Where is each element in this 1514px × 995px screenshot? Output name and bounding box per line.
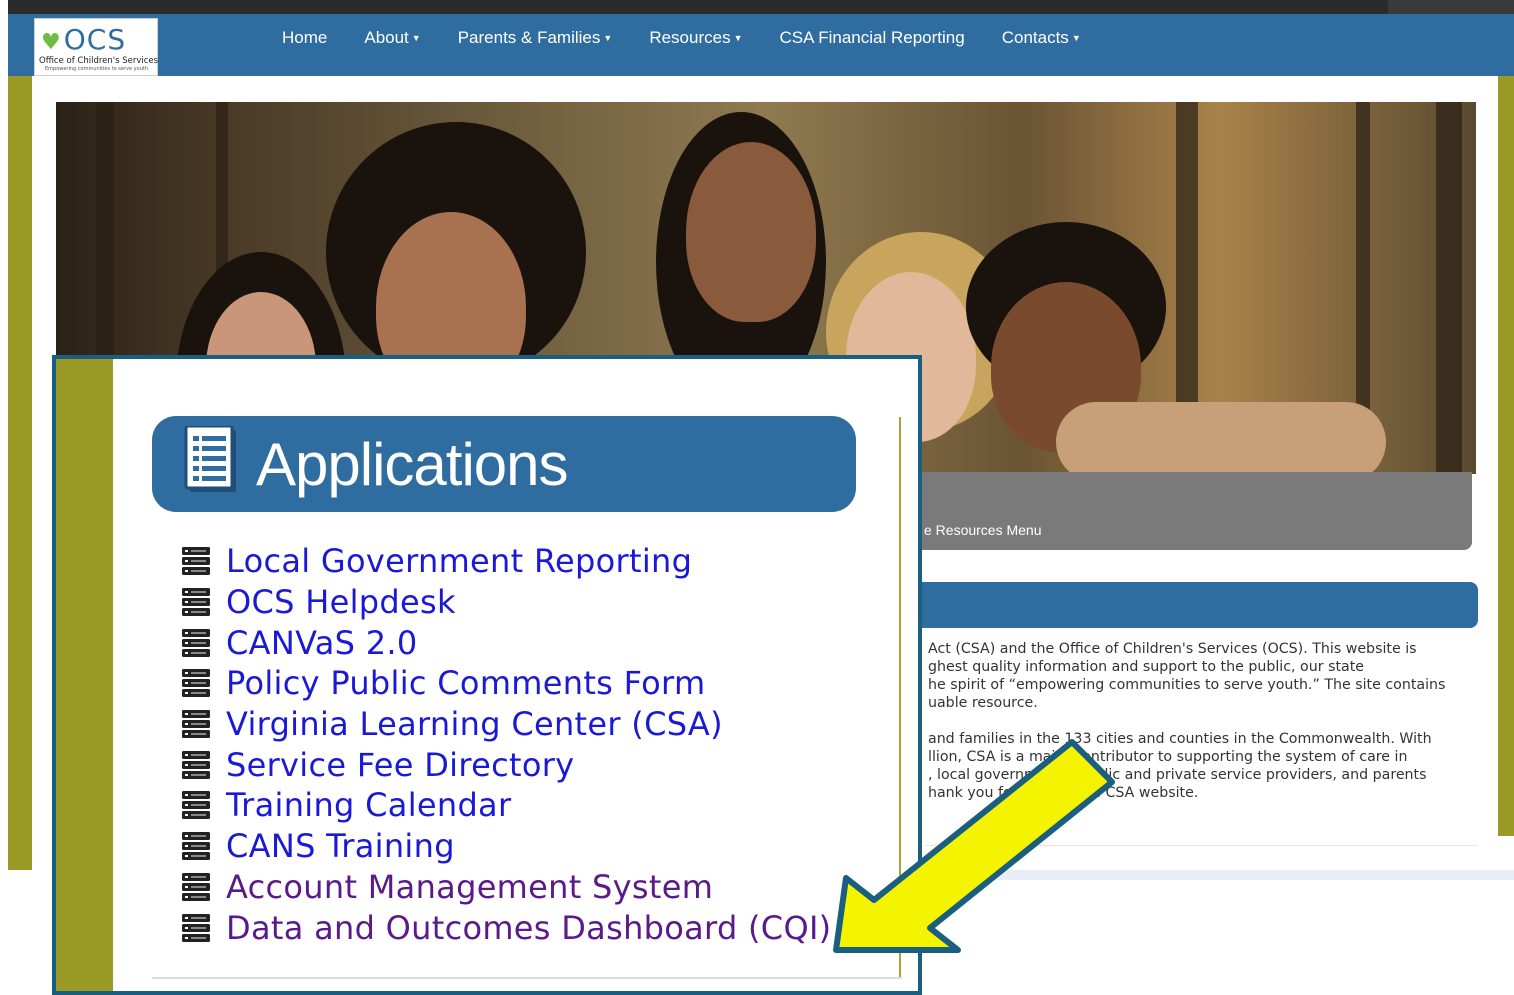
nav-item-parents-families[interactable]: Parents & Families ▼	[458, 28, 613, 48]
application-link[interactable]: Account Management System	[226, 868, 713, 906]
panel-divider-bottom	[152, 977, 902, 979]
logo-mark: ♥OCS	[41, 23, 126, 56]
application-item: Training Calendar	[180, 785, 831, 826]
intro-text: Act (CSA) and the Office of Children's S…	[928, 640, 1488, 820]
nav-menu: Home About ▼ Parents & Families ▼ Resources ▼ C…	[282, 28, 1118, 48]
application-item: OCS Helpdesk	[180, 582, 831, 623]
application-link[interactable]: Data and Outcomes Dashboard (CQI)	[226, 909, 831, 947]
intro-line: llion, CSA is a major contributor to sup…	[928, 749, 1408, 765]
nav-item-csa-financial-reporting[interactable]: CSA Financial Reporting	[780, 28, 965, 48]
logo-tagline: Empowering communities to serve youth	[45, 66, 148, 72]
application-link[interactable]: Local Government Reporting	[226, 542, 692, 580]
applications-list: Local Government Reporting OCS Helpdesk CA…	[180, 541, 831, 948]
server-icon	[180, 586, 212, 618]
resources-menu-label: e Resources Menu	[924, 522, 1042, 538]
application-link[interactable]: CANVaS 2.0	[226, 624, 418, 662]
intro-line: Act (CSA) and the Office of Children's S…	[928, 641, 1417, 657]
applications-zoom-panel: Applications Local Government Reporting O…	[52, 355, 922, 995]
intro-line: he spirit of “empowering communities to …	[928, 677, 1446, 693]
application-link[interactable]: OCS Helpdesk	[226, 583, 456, 621]
divider	[925, 845, 1478, 846]
nav-item-contacts[interactable]: Contacts ▼	[1002, 28, 1081, 48]
server-icon	[180, 667, 212, 699]
application-link[interactable]: Service Fee Directory	[226, 746, 574, 784]
welcome-header-bar	[920, 582, 1478, 628]
ocs-logo[interactable]: ♥OCS Office of Children's Services Empow…	[34, 18, 158, 76]
intro-line: uable resource.	[928, 695, 1038, 711]
application-item: Service Fee Directory	[180, 744, 831, 785]
application-item: Virginia Learning Center (CSA)	[180, 704, 831, 745]
server-icon	[180, 749, 212, 781]
list-document-icon	[184, 426, 236, 492]
caret-down-icon: ▼	[411, 33, 421, 43]
footer-strip	[925, 870, 1514, 880]
server-icon	[180, 545, 212, 577]
panel-olive-sidebar	[56, 359, 113, 991]
caret-down-icon: ▼	[1071, 33, 1081, 43]
application-link[interactable]: Virginia Learning Center (CSA)	[226, 705, 723, 743]
page-frame-right	[1498, 76, 1514, 836]
caret-down-icon: ▼	[603, 33, 613, 43]
nav-item-home[interactable]: Home	[282, 28, 327, 48]
intro-line: , local governments, public and private …	[928, 767, 1427, 783]
nav-item-label: Contacts	[1001, 28, 1069, 47]
application-link[interactable]: Training Calendar	[226, 786, 511, 824]
browser-top-strip-right	[1388, 0, 1514, 14]
application-item: CANVaS 2.0	[180, 622, 831, 663]
application-item: Local Government Reporting	[180, 541, 831, 582]
server-icon	[180, 871, 212, 903]
server-icon	[180, 708, 212, 740]
nav-item-label: Resources	[649, 28, 731, 47]
server-icon	[180, 830, 212, 862]
resources-menu-bar[interactable]: e Resources Menu	[920, 472, 1472, 550]
nav-item-label: About	[364, 28, 409, 47]
application-item: CANS Training	[180, 826, 831, 867]
application-link[interactable]: Policy Public Comments Form	[226, 664, 705, 702]
panel-divider-vertical	[899, 417, 901, 977]
browser-top-strip	[8, 0, 1388, 14]
intro-line: hank you for visiting the CSA website.	[928, 785, 1199, 801]
nav-item-label: Home	[282, 28, 328, 47]
application-link[interactable]: CANS Training	[226, 827, 455, 865]
applications-header: Applications	[152, 416, 856, 512]
applications-title: Applications	[256, 431, 569, 498]
intro-paragraph-2: and families in the 133 cities and count…	[928, 730, 1488, 802]
server-icon	[180, 789, 212, 821]
server-icon	[180, 627, 212, 659]
intro-line: and families in the 133 cities and count…	[928, 731, 1432, 747]
logo-text: OCS	[63, 23, 127, 56]
intro-line: ghest quality information and support to…	[928, 659, 1365, 675]
page-frame-left	[8, 76, 32, 870]
caret-down-icon: ▼	[733, 33, 743, 43]
intro-paragraph-1: Act (CSA) and the Office of Children's S…	[928, 640, 1488, 712]
application-item: Account Management System	[180, 867, 831, 908]
nav-item-label: CSA Financial Reporting	[779, 28, 965, 47]
nav-item-resources[interactable]: Resources ▼	[649, 28, 742, 48]
nav-item-label: Parents & Families	[457, 28, 601, 47]
logo-name: Office of Children's Services	[39, 56, 159, 66]
server-icon	[180, 912, 212, 944]
heart-icon: ♥	[41, 30, 62, 55]
nav-item-about[interactable]: About ▼	[364, 28, 420, 48]
main-navbar: ♥OCS Office of Children's Services Empow…	[8, 14, 1514, 76]
application-item: Policy Public Comments Form	[180, 663, 831, 704]
application-item: Data and Outcomes Dashboard (CQI)	[180, 907, 831, 948]
